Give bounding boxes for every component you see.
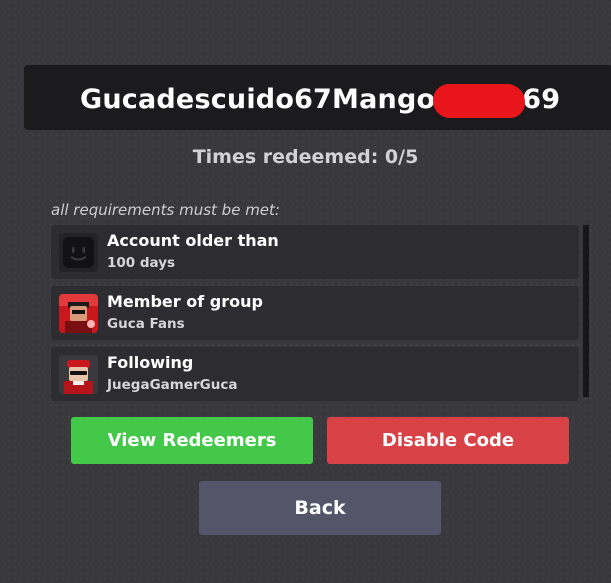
requirement-title: Member of group [107, 292, 263, 311]
requirements-list: Account older than 100 days Member of gr… [51, 225, 579, 408]
requirement-account-age: Account older than 100 days [51, 225, 579, 279]
group-thumbnail-icon [59, 294, 98, 333]
requirement-value: JuegaGamerGuca [107, 377, 238, 393]
code-text: Gucadescuido67Mango 69 [80, 82, 560, 118]
requirement-group: Member of group Guca Fans [51, 286, 579, 340]
user-avatar-icon [59, 355, 98, 394]
requirement-following: Following JuegaGamerGuca [51, 347, 579, 401]
back-button[interactable]: Back [199, 481, 441, 535]
requirements-scrollbar[interactable] [583, 225, 589, 397]
requirement-value: Guca Fans [107, 316, 185, 332]
requirement-value: 100 days [107, 255, 176, 271]
account-age-icon [59, 233, 98, 272]
requirements-header: all requirements must be met: [51, 201, 280, 219]
requirement-title: Following [107, 353, 194, 372]
disable-code-button[interactable]: Disable Code [327, 417, 569, 464]
requirement-title: Account older than [107, 231, 279, 250]
view-redeemers-button[interactable]: View Redeemers [71, 417, 313, 464]
redaction-mark [433, 84, 526, 118]
code-suffix: 69 [522, 84, 561, 115]
times-redeemed: Times redeemed: 0/5 [192, 146, 419, 168]
code-prefix: Gucadescuido67Mango [80, 84, 436, 115]
